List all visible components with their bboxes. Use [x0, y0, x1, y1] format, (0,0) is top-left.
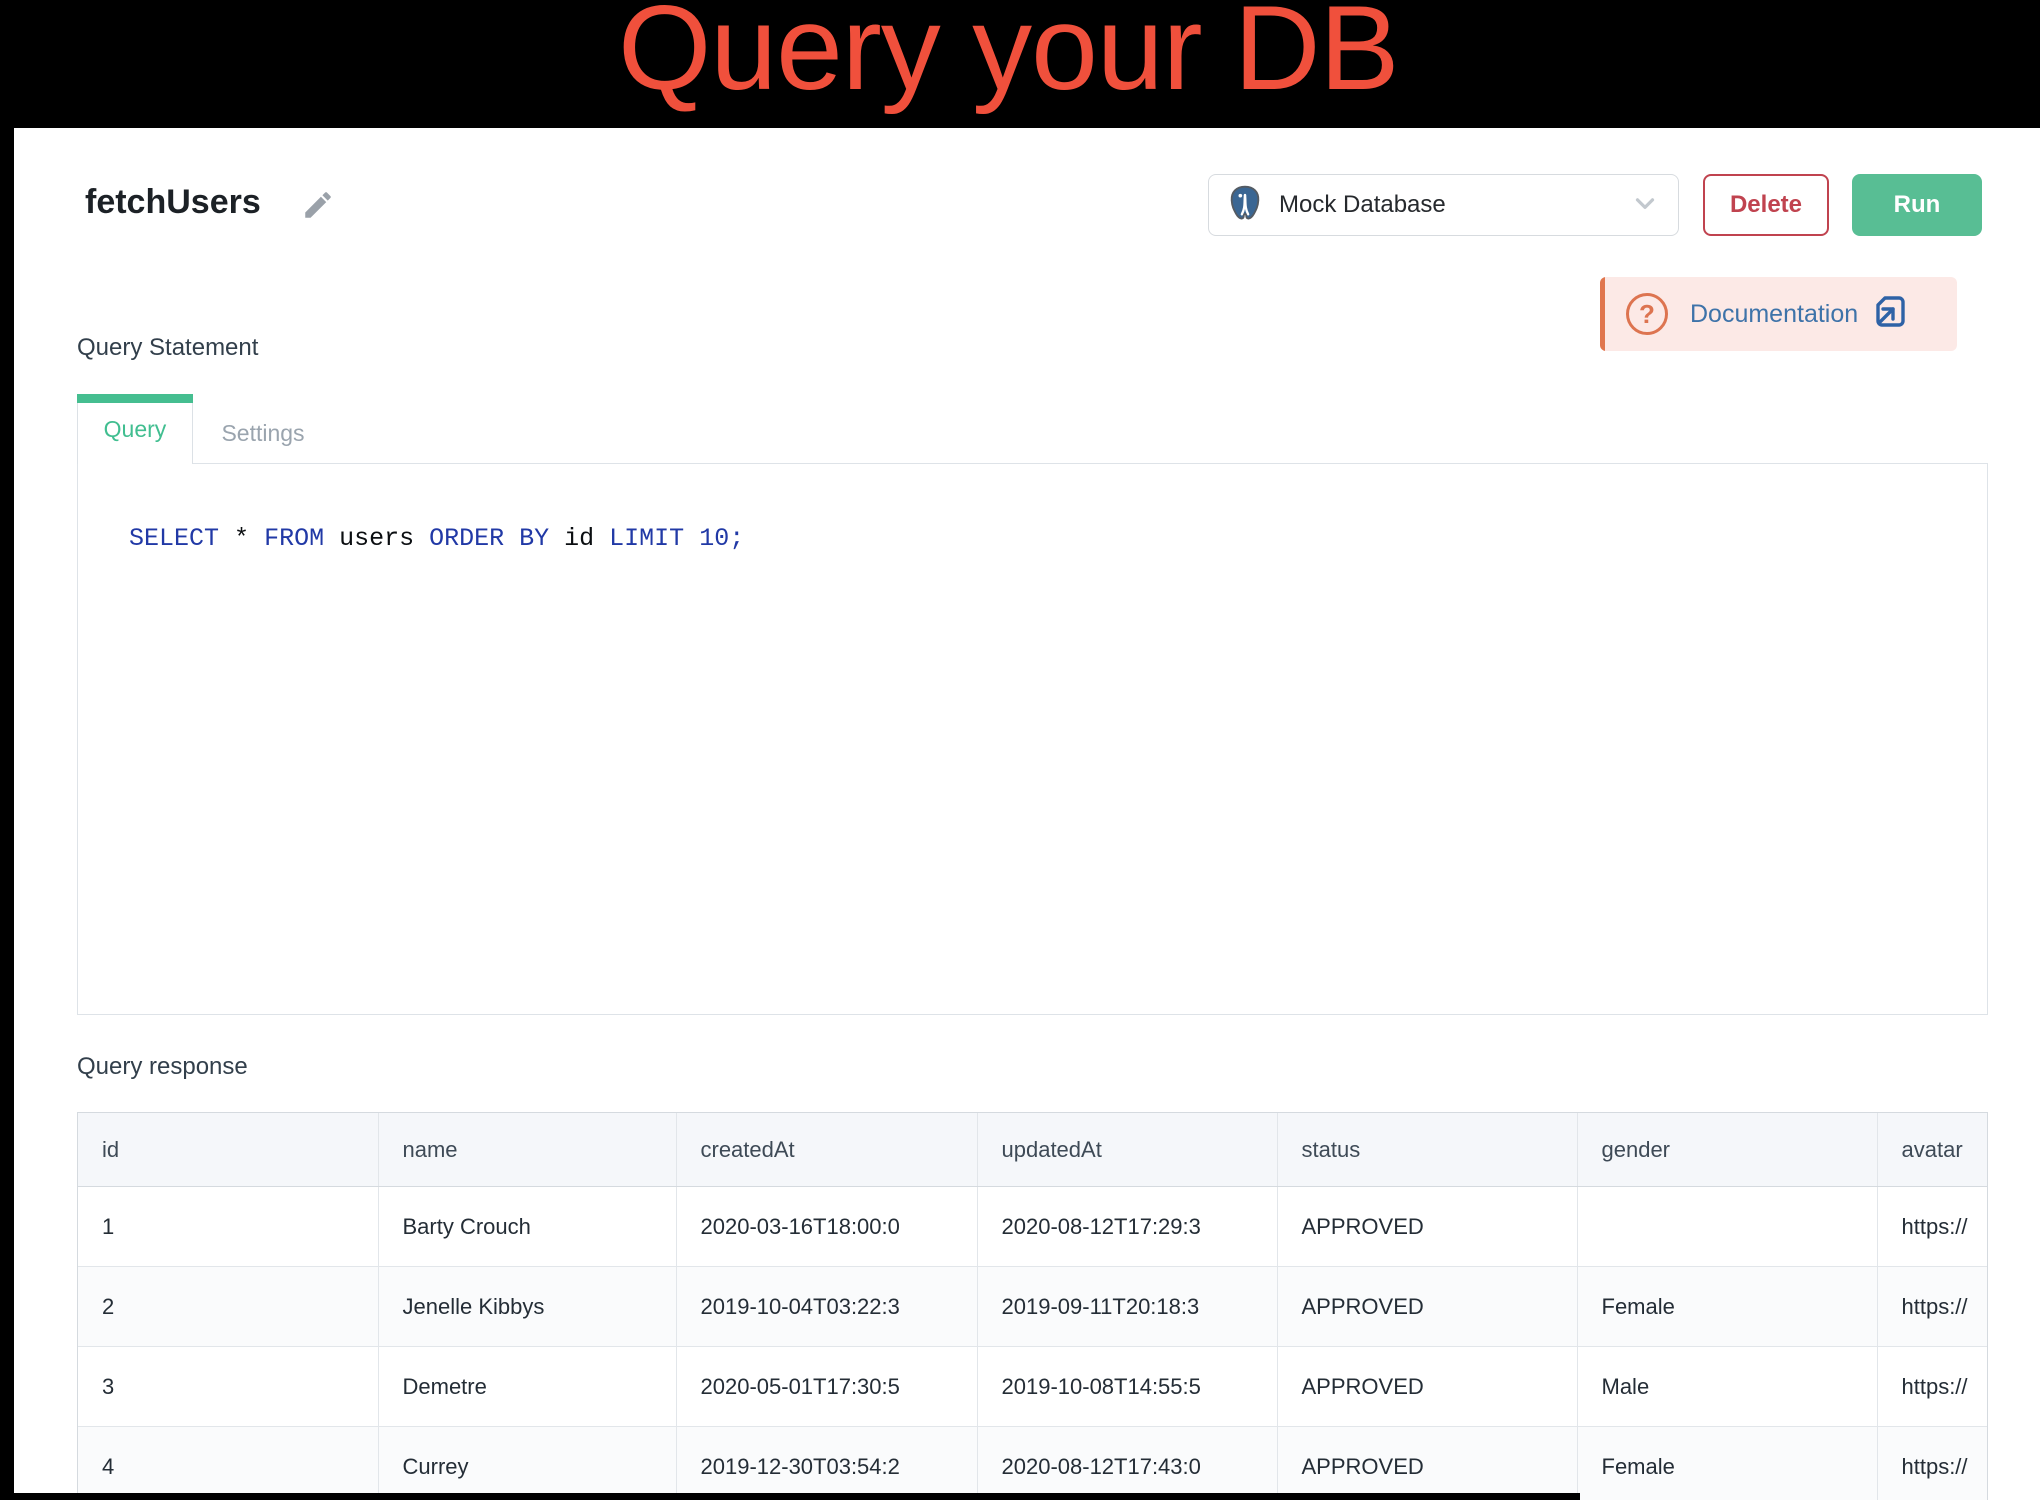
sql-token: *	[234, 524, 249, 553]
table-cell: 1	[78, 1187, 378, 1267]
table-cell: https://	[1877, 1427, 1987, 1500]
table-cell	[1577, 1187, 1877, 1267]
table-cell: Currey	[378, 1427, 676, 1500]
tab-settings[interactable]: Settings	[193, 403, 333, 463]
run-button[interactable]: Run	[1852, 174, 1982, 236]
table-cell: Male	[1577, 1347, 1877, 1427]
table-cell: https://	[1877, 1187, 1987, 1267]
chevron-down-icon	[1630, 188, 1660, 223]
column-header: updatedAt	[977, 1113, 1277, 1187]
table-cell: APPROVED	[1277, 1427, 1577, 1500]
table-row: 1Barty Crouch2020-03-16T18:00:02020-08-1…	[78, 1187, 1987, 1267]
table-cell: 2020-05-01T17:30:5	[676, 1347, 977, 1427]
table-cell: Female	[1577, 1267, 1877, 1347]
query-editor-page: Query your DB fetchUsers Mock Database D…	[0, 0, 2040, 1500]
table-header-row: idnamecreatedAtupdatedAtstatusgenderavat…	[78, 1113, 1987, 1187]
table-cell: 4	[78, 1427, 378, 1500]
sql-token: LIMIT	[609, 524, 684, 553]
sql-editor[interactable]: SELECT * FROM users ORDER BY id LIMIT 10…	[77, 463, 1988, 1015]
bottom-frame-edge	[0, 1493, 1580, 1500]
table-cell: https://	[1877, 1347, 1987, 1427]
table-cell: 2020-08-12T17:29:3	[977, 1187, 1277, 1267]
left-frame-edge	[0, 0, 14, 1500]
table-cell: 2	[78, 1267, 378, 1347]
sql-token	[249, 524, 264, 553]
column-header: name	[378, 1113, 676, 1187]
table-cell: 2019-12-30T03:54:2	[676, 1427, 977, 1500]
table-cell: 3	[78, 1347, 378, 1427]
table-row: 4Currey2019-12-30T03:54:22020-08-12T17:4…	[78, 1427, 1987, 1500]
sql-token	[219, 524, 234, 553]
table-row: 3Demetre2020-05-01T17:30:52019-10-08T14:…	[78, 1347, 1987, 1427]
table-cell: 2019-10-08T14:55:5	[977, 1347, 1277, 1427]
sql-token: ORDER BY	[429, 524, 549, 553]
resource-selector-value: Mock Database	[1279, 191, 1630, 219]
resource-selector[interactable]: Mock Database	[1208, 174, 1679, 236]
sql-code: SELECT * FROM users ORDER BY id LIMIT 10…	[129, 524, 744, 553]
query-response-label: Query response	[77, 1053, 248, 1081]
table-cell: 2020-03-16T18:00:0	[676, 1187, 977, 1267]
sql-token: FROM	[264, 524, 324, 553]
documentation-label: Documentation	[1690, 300, 1858, 329]
table-cell: https://	[1877, 1267, 1987, 1347]
table-cell: APPROVED	[1277, 1347, 1577, 1427]
page-title: Query your DB	[618, 0, 1399, 108]
query-statement-label: Query Statement	[77, 334, 258, 362]
table-cell: Demetre	[378, 1347, 676, 1427]
sql-token	[684, 524, 699, 553]
column-header: createdAt	[676, 1113, 977, 1187]
table-cell: APPROVED	[1277, 1187, 1577, 1267]
postgresql-icon	[1225, 183, 1265, 228]
query-response-table: idnamecreatedAtupdatedAtstatusgenderavat…	[77, 1112, 1988, 1500]
pencil-icon	[301, 210, 335, 225]
column-header: gender	[1577, 1113, 1877, 1187]
open-docs-icon	[1870, 292, 1910, 337]
table-cell: 2019-09-11T20:18:3	[977, 1267, 1277, 1347]
table-cell: Jenelle Kibbys	[378, 1267, 676, 1347]
table-cell: Female	[1577, 1427, 1877, 1500]
table-cell: 2020-08-12T17:43:0	[977, 1427, 1277, 1500]
table-header: idnamecreatedAtupdatedAtstatusgenderavat…	[78, 1113, 1987, 1187]
table-row: 2Jenelle Kibbys2019-10-04T03:22:32019-09…	[78, 1267, 1987, 1347]
sql-token: id	[549, 524, 609, 553]
documentation-link[interactable]: ? Documentation	[1600, 277, 1957, 351]
query-name-heading: fetchUsers	[85, 183, 261, 222]
doc-accent-bar	[1600, 277, 1605, 351]
rename-query-button[interactable]	[300, 188, 336, 224]
delete-button[interactable]: Delete	[1703, 174, 1829, 236]
table-cell: 2019-10-04T03:22:3	[676, 1267, 977, 1347]
question-circle-icon: ?	[1626, 293, 1668, 335]
column-header: id	[78, 1113, 378, 1187]
sql-token: SELECT	[129, 524, 219, 553]
sql-token: 10;	[699, 524, 744, 553]
table-body: 1Barty Crouch2020-03-16T18:00:02020-08-1…	[78, 1187, 1987, 1500]
column-header: avatar	[1877, 1113, 1987, 1187]
column-header: status	[1277, 1113, 1577, 1187]
table-cell: APPROVED	[1277, 1267, 1577, 1347]
tab-query[interactable]: Query	[77, 394, 193, 464]
sql-token: users	[324, 524, 429, 553]
table-cell: Barty Crouch	[378, 1187, 676, 1267]
